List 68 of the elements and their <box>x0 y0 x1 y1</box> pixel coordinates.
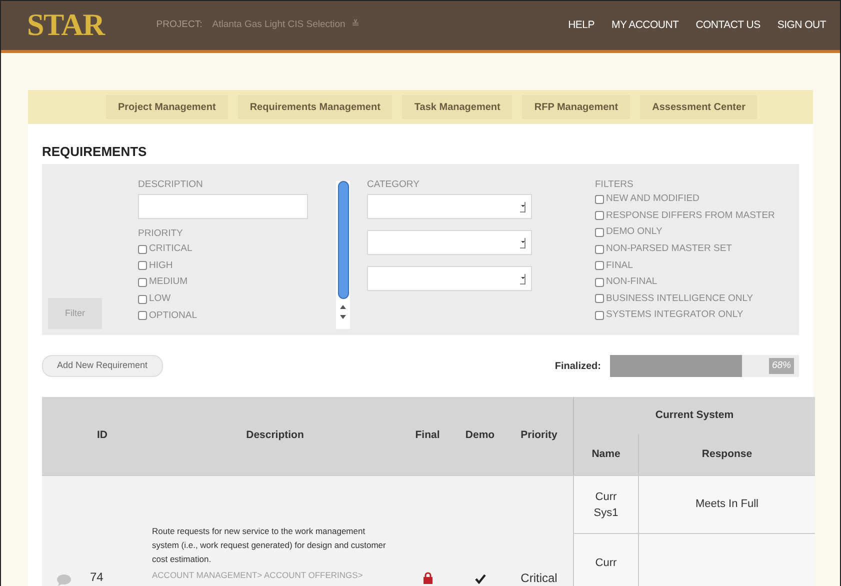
checkbox[interactable] <box>595 310 604 320</box>
checkbox-label: MEDIUM <box>149 275 188 290</box>
checkbox[interactable] <box>138 311 147 320</box>
nav-tab[interactable]: Assessment Center <box>640 95 758 119</box>
dropdown-arrow-icon <box>520 200 526 212</box>
add-requirement-button[interactable]: Add New Requirement <box>42 355 163 377</box>
checkbox-label: HIGH <box>149 258 173 273</box>
checkbox[interactable] <box>138 278 147 287</box>
nav-tab[interactable]: Task Management <box>402 95 512 119</box>
header-link[interactable]: CONTACT US <box>696 18 760 34</box>
checkbox[interactable] <box>138 294 147 304</box>
checkbox-label: DEMO ONLY <box>606 225 662 240</box>
checkbox-label: BUSINESS INTELLIGENCE ONLY <box>606 292 754 306</box>
checkbox[interactable] <box>138 261 147 270</box>
category-path: ACCOUNT MANAGEMENT> ACCOUNT OFFERINGS> <box>152 569 364 582</box>
description-field[interactable] <box>138 194 308 219</box>
checkbox[interactable] <box>595 228 604 237</box>
field-label: FILTERS <box>595 178 634 191</box>
column-header: Current System <box>654 408 735 423</box>
finalized-label: Finalized: <box>554 360 601 374</box>
checkbox-label: SYSTEMS INTEGRATOR ONLY <box>606 308 744 322</box>
column-header: ID <box>96 428 108 444</box>
response-cell: Meets In Full <box>638 476 815 533</box>
header-link[interactable]: HELP <box>568 18 594 34</box>
field-label: PRIORITY <box>138 227 184 241</box>
checkbox-label: NON-PARSED MASTER SET <box>606 242 732 256</box>
checkbox[interactable] <box>595 244 604 254</box>
header-link[interactable]: MY ACCOUNT <box>611 18 679 34</box>
checkbox-label: NON-FINAL <box>606 275 658 290</box>
scroll-down-icon[interactable] <box>340 314 346 320</box>
checkbox[interactable] <box>595 261 604 270</box>
checkbox[interactable] <box>138 244 147 254</box>
page-title: REQUIREMENTS <box>42 143 148 161</box>
system-name-cell-text: Curr Sys1 <box>592 490 620 520</box>
scroll-up-icon[interactable] <box>340 304 346 310</box>
dropdown-arrow-icon <box>520 236 526 248</box>
priority-cell-text: Critical <box>520 570 558 586</box>
checkbox[interactable] <box>595 211 604 220</box>
column-header: Demo <box>464 428 496 444</box>
scrollbar[interactable] <box>336 181 350 329</box>
column-header: Name <box>590 446 622 462</box>
checkbox-label: CRITICAL <box>149 242 192 256</box>
checkbox-label: OPTIONAL <box>149 308 198 323</box>
column-header: Final <box>414 428 441 444</box>
checkbox-label: LOW <box>149 292 171 306</box>
checkbox[interactable] <box>595 194 604 204</box>
project-label: PROJECT: <box>156 18 202 32</box>
nav-tab[interactable]: Requirements Management <box>238 95 392 119</box>
checkbox[interactable] <box>595 294 604 304</box>
system-name-cell-text: Curr <box>594 556 618 570</box>
id-cell-text: 74 <box>90 569 104 586</box>
field-label: CATEGORY <box>367 178 420 192</box>
checkbox-label: RESPONSE DIFFERS FROM MASTER <box>606 208 775 223</box>
dropdown-arrow-icon <box>520 272 526 284</box>
nav-tab[interactable]: RFP Management <box>522 95 630 119</box>
header-link[interactable]: SIGN OUT <box>777 18 826 34</box>
scrollbar-thumb[interactable] <box>338 181 348 299</box>
project-selector[interactable]: Atlanta Gas Light CIS Selection ≚ <box>212 18 360 33</box>
field-label: DESCRIPTION <box>138 178 204 192</box>
nav-tab[interactable]: Project Management <box>106 95 228 119</box>
description-cell-text: Route requests for new service to the work management system (i.e., work request generated) for design and customer cost estimation. <box>152 525 387 566</box>
column-header: Description <box>245 428 305 444</box>
progress-reading: 68% <box>768 358 794 374</box>
checkbox-label: NEW AND MODIFIED <box>606 192 700 206</box>
logo: STAR <box>27 6 104 44</box>
checkbox[interactable] <box>595 278 604 287</box>
checkbox-label: FINAL <box>606 258 633 273</box>
column-header: Priority <box>520 428 558 444</box>
